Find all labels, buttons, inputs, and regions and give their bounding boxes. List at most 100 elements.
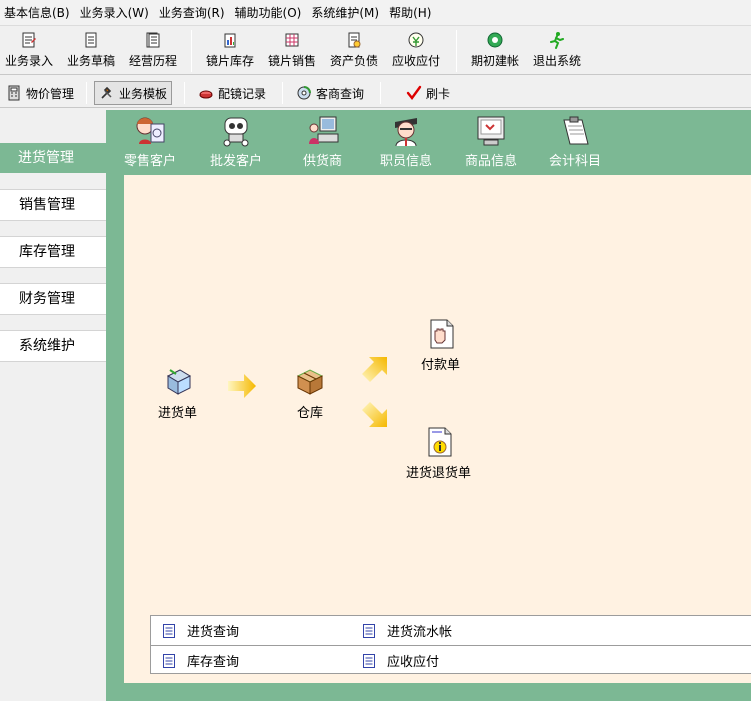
payment-order-label: 付款单 bbox=[421, 358, 461, 373]
stock-query-link[interactable]: 库存查询 bbox=[163, 646, 239, 675]
glasses-record-label: 配镜记录 bbox=[218, 86, 267, 101]
receivable-payable-link[interactable]: 应收应付 bbox=[363, 646, 439, 675]
quick-links-table: 进货查询 进货流水帐 库存查询 应收应付 bbox=[150, 615, 751, 674]
document-icon bbox=[163, 623, 175, 638]
quick-links-row: 库存查询 应收应付 bbox=[151, 645, 751, 674]
receivable-payable-label: 应收应付 bbox=[391, 54, 440, 68]
toolbar2-divider bbox=[184, 82, 185, 104]
accounting-subjects-button[interactable]: 会计科目 bbox=[549, 114, 601, 169]
toolbar2-divider bbox=[86, 82, 87, 104]
receivable-payable-link-label: 应收应付 bbox=[387, 655, 440, 670]
toolbar2-divider bbox=[380, 82, 381, 104]
receivable-payable-button[interactable]: 应收应付 bbox=[390, 31, 442, 73]
balance-sheet-icon bbox=[348, 32, 361, 48]
calculator-icon bbox=[8, 85, 20, 101]
payment-order-node[interactable]: 付款单 bbox=[421, 318, 460, 373]
nav-finance-management[interactable]: 财务管理 bbox=[0, 283, 106, 315]
opening-accounts-label: 期初建帐 bbox=[470, 54, 519, 68]
purchase-order-icon bbox=[166, 369, 191, 395]
swipe-card-label: 刷卡 bbox=[426, 86, 451, 101]
business-draft-button[interactable]: 业务草稿 bbox=[66, 31, 116, 73]
business-entry-label: 业务录入 bbox=[4, 54, 53, 68]
staff-info-button[interactable]: 职员信息 bbox=[380, 114, 432, 169]
disc-icon bbox=[297, 86, 311, 100]
customer-query-label: 客商查询 bbox=[316, 86, 365, 101]
glasses-record-button[interactable]: 配镜记录 bbox=[194, 81, 270, 105]
purchase-ledger-label: 进货流水帐 bbox=[387, 625, 453, 640]
purchase-return-node[interactable]: 进货退货单 bbox=[406, 426, 471, 481]
warehouse-node[interactable]: 仓库 bbox=[294, 366, 326, 421]
opening-accounts-button[interactable]: 期初建帐 bbox=[469, 31, 521, 73]
arrow-right-icon bbox=[228, 374, 256, 398]
wholesale-customer-label: 批发客户 bbox=[210, 154, 263, 169]
menu-bar: 基本信息(B) 业务录入(W) 业务查询(R) 辅助功能(O) 系统维护(M) … bbox=[0, 0, 751, 26]
arrow-up-right-icon bbox=[362, 357, 387, 382]
opening-icon bbox=[487, 32, 503, 48]
staff-icon bbox=[395, 118, 417, 147]
nav-sales-management[interactable]: 销售管理 bbox=[0, 189, 106, 221]
menu-system[interactable]: 系统维护(M) bbox=[309, 0, 387, 26]
toolbar2-divider bbox=[282, 82, 283, 104]
document-icon bbox=[363, 653, 375, 668]
running-man-icon bbox=[550, 32, 564, 49]
retail-customer-icon bbox=[136, 117, 165, 144]
lens-stock-label: 镜片库存 bbox=[205, 54, 254, 68]
lens-stock-icon bbox=[224, 33, 236, 48]
supplier-button[interactable]: 供货商 bbox=[303, 114, 342, 169]
accounting-subjects-label: 会计科目 bbox=[549, 154, 602, 169]
toolbar-divider bbox=[456, 30, 457, 72]
draft-icon bbox=[85, 32, 97, 48]
supplier-computer-icon bbox=[308, 116, 338, 144]
lens-sales-label: 镜片销售 bbox=[267, 54, 316, 68]
quick-links-row: 进货查询 进货流水帐 bbox=[151, 616, 751, 645]
assets-liabilities-label: 资产负债 bbox=[329, 54, 378, 68]
business-template-button[interactable]: 业务模板 bbox=[94, 81, 173, 105]
wholesale-customer-button[interactable]: 批发客户 bbox=[210, 114, 262, 169]
menu-business-query[interactable]: 业务查询(R) bbox=[157, 0, 233, 26]
purchase-return-label: 进货退货单 bbox=[406, 466, 472, 481]
arrow-down-right-icon bbox=[362, 402, 387, 427]
menu-business-entry[interactable]: 业务录入(W) bbox=[78, 0, 157, 26]
secondary-toolbar: 物价管理 业务模板 配镜记录 客商查询 刷卡 bbox=[0, 78, 751, 108]
receivable-icon bbox=[408, 32, 424, 48]
exit-system-label: 退出系统 bbox=[532, 54, 581, 68]
business-entry-button[interactable]: 业务录入 bbox=[4, 31, 54, 73]
return-info-icon bbox=[428, 427, 451, 457]
purchase-order-node[interactable]: 进货单 bbox=[158, 366, 197, 421]
business-draft-label: 业务草稿 bbox=[66, 54, 115, 68]
purchase-query-label: 进货查询 bbox=[187, 625, 240, 640]
toolbar-divider bbox=[191, 30, 192, 72]
supplier-label: 供货商 bbox=[303, 154, 343, 169]
swipe-card-button[interactable]: 刷卡 bbox=[402, 81, 454, 105]
main-toolbar: 业务录入 业务草稿 经营历程 镜片库存 镜片销售 资产负债 应收应付 期初建帐 … bbox=[0, 27, 751, 75]
staff-info-label: 职员信息 bbox=[380, 154, 433, 169]
purchase-ledger-link[interactable]: 进货流水帐 bbox=[363, 616, 452, 645]
customer-query-button[interactable]: 客商查询 bbox=[292, 81, 368, 105]
business-history-label: 经营历程 bbox=[128, 54, 177, 68]
document-icon bbox=[163, 653, 175, 668]
lens-sales-button[interactable]: 镜片销售 bbox=[266, 31, 318, 73]
nav-purchase-management[interactable]: 进货管理 bbox=[0, 143, 106, 173]
exit-system-button[interactable]: 退出系统 bbox=[531, 31, 583, 73]
wholesale-customer-icon bbox=[223, 117, 249, 147]
clipboard-icon bbox=[563, 116, 589, 145]
goods-info-button[interactable]: 商品信息 bbox=[465, 114, 517, 169]
retail-customer-button[interactable]: 零售客户 bbox=[124, 114, 176, 169]
nav-system-maintenance[interactable]: 系统维护 bbox=[0, 330, 106, 362]
menu-help[interactable]: 帮助(H) bbox=[387, 0, 439, 26]
entry-icon bbox=[22, 32, 36, 48]
menu-auxiliary[interactable]: 辅助功能(O) bbox=[233, 0, 310, 26]
purchase-query-link[interactable]: 进货查询 bbox=[163, 616, 239, 645]
nav-inventory-management[interactable]: 库存管理 bbox=[0, 236, 106, 268]
assets-liabilities-button[interactable]: 资产负债 bbox=[328, 31, 380, 73]
lens-stock-button[interactable]: 镜片库存 bbox=[204, 31, 256, 73]
price-management-button[interactable]: 物价管理 bbox=[2, 81, 78, 105]
checkmark-icon bbox=[406, 85, 422, 100]
history-book-icon bbox=[146, 32, 160, 48]
menu-basic-info[interactable]: 基本信息(B) bbox=[2, 0, 78, 26]
goods-info-label: 商品信息 bbox=[465, 154, 518, 169]
tools-icon bbox=[101, 86, 112, 99]
payment-hand-icon bbox=[430, 319, 453, 349]
business-history-button[interactable]: 经营历程 bbox=[128, 31, 178, 73]
warehouse-box-icon bbox=[296, 369, 324, 395]
